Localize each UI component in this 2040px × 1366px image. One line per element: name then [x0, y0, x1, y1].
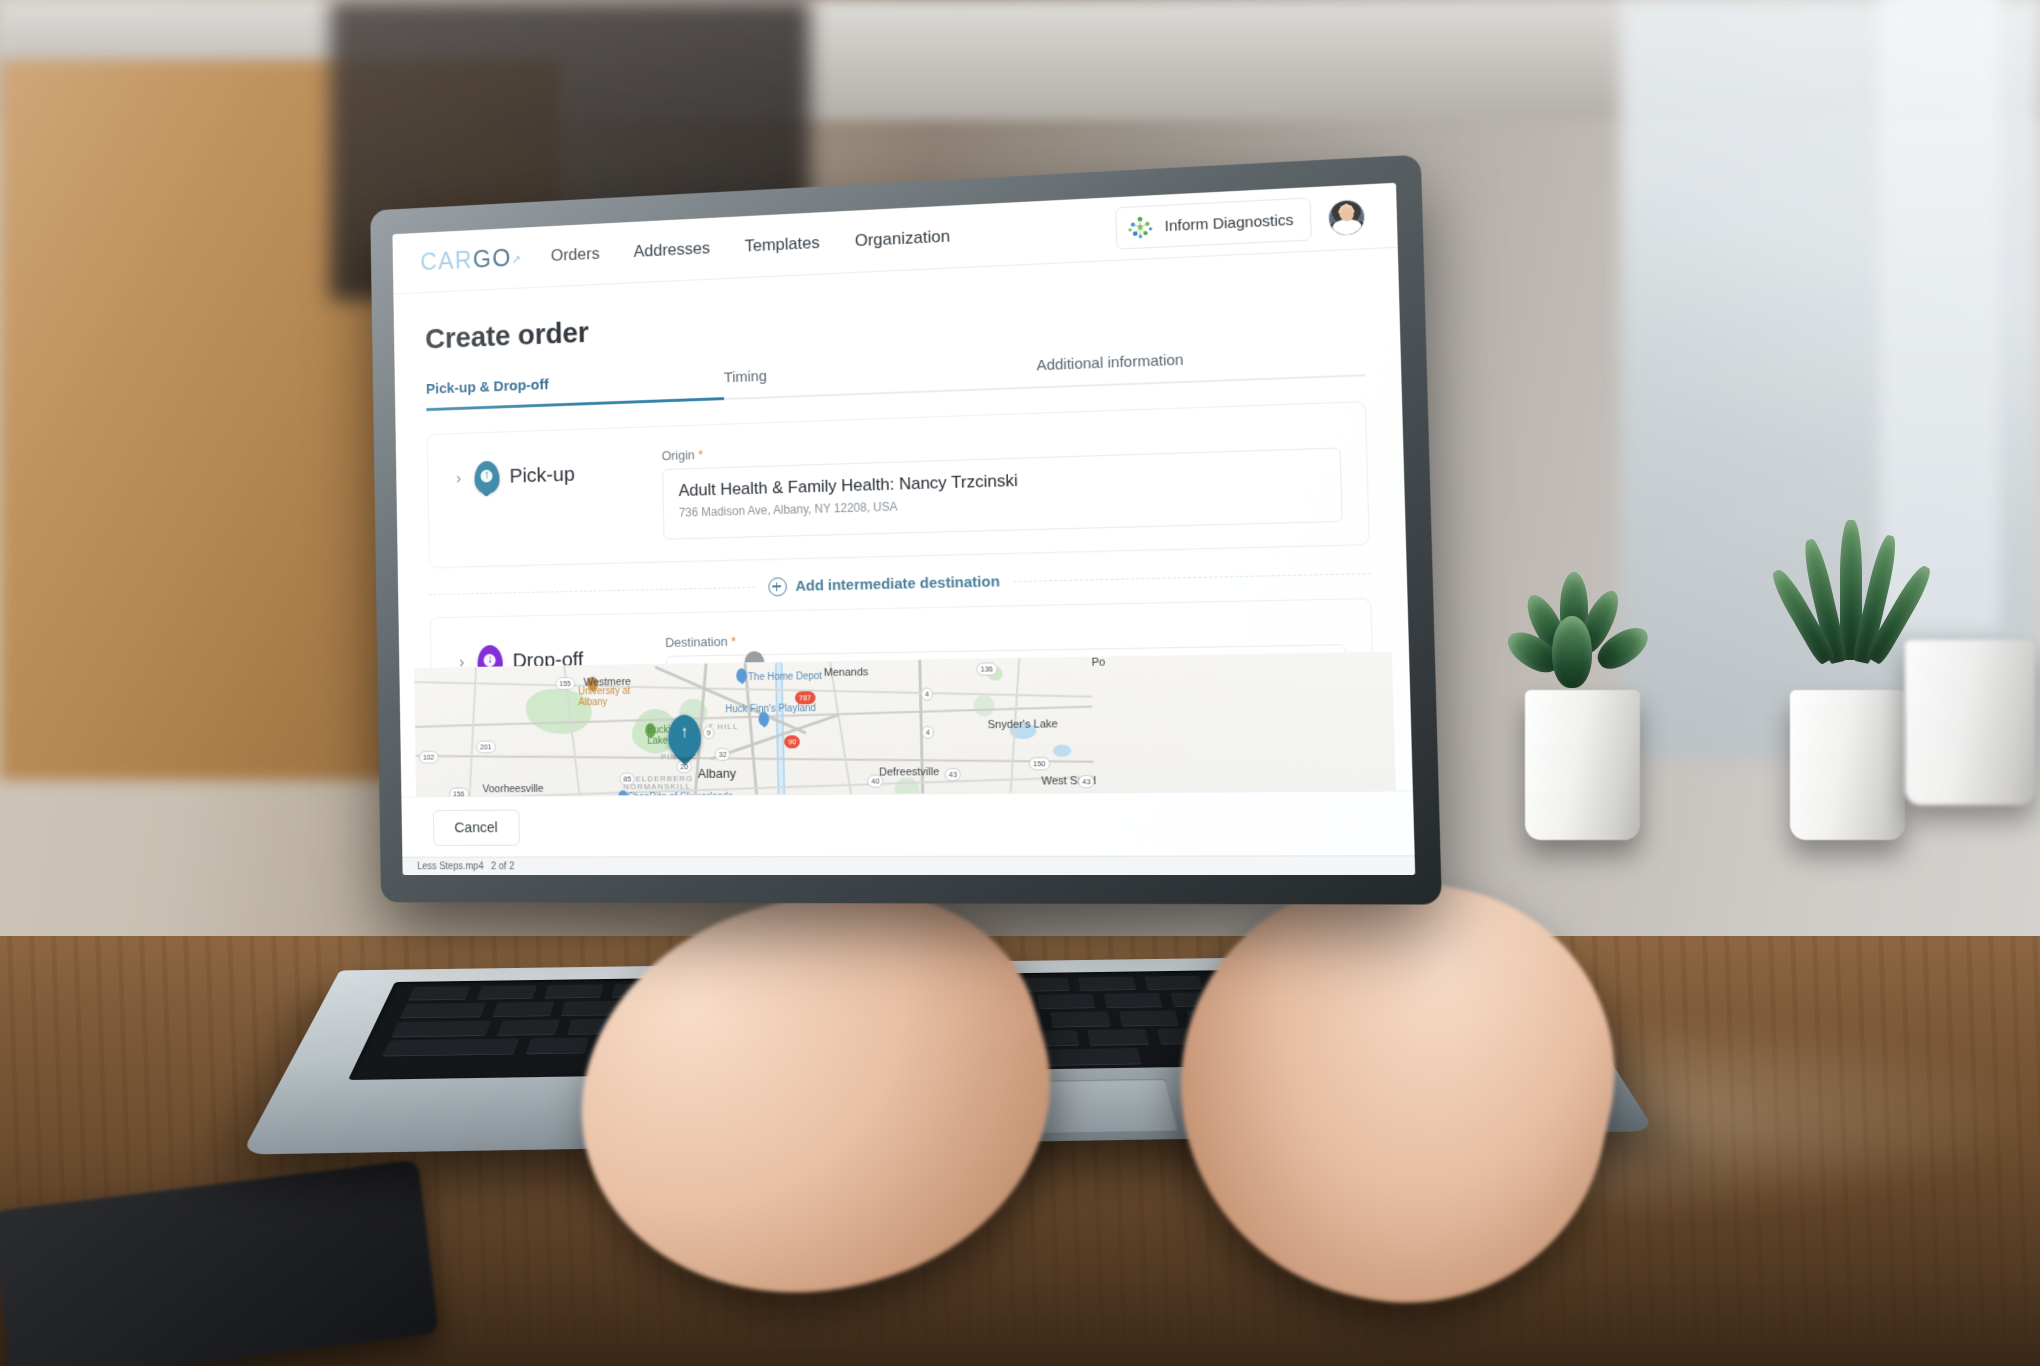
logo-prefix: CAR — [420, 245, 474, 276]
map-poi-huck-finns-playland: Huck Finn's Playland — [725, 703, 816, 716]
tab-timing[interactable]: Timing — [723, 357, 1037, 401]
logo-arrow-icon — [512, 242, 520, 250]
required-asterisk: * — [698, 447, 704, 462]
browser-download-bar: Less Steps.mp4 2 of 2 — [402, 855, 1416, 876]
route-shield: 102 — [419, 750, 439, 764]
origin-field-wrap: Origin * Adult Health & Family Health: N… — [662, 426, 1343, 540]
route-shield: 4 — [920, 687, 934, 701]
route-shield: 787 — [794, 691, 816, 705]
map-area-normanskill: NORMANSKILL — [623, 781, 691, 792]
pickup-heading: Pick-up — [509, 463, 576, 488]
avatar[interactable] — [1327, 198, 1366, 237]
route-shield: 90 — [784, 735, 801, 749]
route-shield: 136 — [976, 662, 998, 676]
add-intermediate-destination-row: Add intermediate destination — [429, 564, 1371, 604]
route-shield: 150 — [1028, 756, 1050, 771]
nav-item-organization[interactable]: Organization — [855, 227, 951, 252]
map-pin-up-arrow-icon: ↑ — [473, 460, 500, 498]
add-intermediate-destination-button[interactable]: Add intermediate destination — [767, 572, 1001, 597]
route-shield: 40 — [867, 774, 884, 788]
map-label-po: Po — [1091, 656, 1106, 669]
poi-pin-home-depot — [736, 668, 748, 685]
organization-selector[interactable]: Inform Diagnostics — [1114, 197, 1312, 250]
divider-right — [1013, 573, 1371, 583]
organization-name: Inform Diagnostics — [1164, 211, 1294, 235]
wizard-tabs: Pick-up & Drop-off Timing Additional inf… — [425, 344, 1366, 412]
pickup-card: › ↑ Pick-up Origin * Adult Health & Fami… — [426, 401, 1370, 569]
route-shield: 43 — [944, 767, 962, 782]
required-asterisk: * — [730, 633, 737, 649]
nav-item-orders[interactable]: Orders — [551, 244, 600, 266]
laptop-lid: CARGO Orders Addresses Templates Organiz… — [370, 154, 1442, 905]
origin-input[interactable]: Adult Health & Family Health: Nancy Trzc… — [661, 447, 1343, 540]
route-shield: 32 — [714, 747, 731, 761]
map-label-snyders-lake: Snyder's Lake — [987, 718, 1058, 732]
divider-left — [429, 586, 755, 596]
route-shield: 9 — [702, 726, 715, 740]
plus-circle-icon — [767, 577, 787, 597]
molecule-icon — [1126, 213, 1153, 241]
nav-item-templates[interactable]: Templates — [744, 233, 819, 256]
route-shield: 4 — [921, 725, 935, 739]
download-file-name[interactable]: Less Steps.mp4 — [417, 861, 484, 872]
destination-label-text: Destination — [665, 633, 728, 650]
left-hand — [535, 842, 1095, 1348]
pickup-leg-header: ↑ Pick-up — [473, 455, 662, 498]
map-label-menands: Menands — [823, 666, 869, 680]
laptop: CARGO Orders Addresses Templates Organiz… — [0, 0, 2040, 1366]
cargo-logo[interactable]: CARGO — [420, 244, 512, 276]
add-intermediate-destination-label: Add intermediate destination — [795, 573, 1001, 595]
chevron-right-icon[interactable]: › — [456, 469, 462, 488]
route-shield: 155 — [555, 676, 575, 690]
map-poi-university-at-albany: University at Albany — [578, 685, 631, 709]
origin-label-text: Origin — [661, 447, 695, 464]
map-label-defreestville: Defreestville — [878, 766, 940, 779]
top-bar-right: Inform Diagnostics — [1114, 195, 1366, 250]
origin-map-marker[interactable]: ↑ — [667, 714, 702, 766]
map-poi-home-depot: The Home Depot — [747, 671, 823, 684]
download-counter: 2 of 2 — [490, 860, 515, 872]
page-title: Create order — [424, 316, 589, 356]
route-shield: 85 — [619, 772, 636, 786]
tab-additional-information[interactable]: Additional information — [1036, 344, 1366, 389]
logo-suffix: GO — [472, 244, 512, 273]
route-shield: 201 — [476, 740, 496, 754]
map-label-voorheesville: Voorheesville — [482, 783, 544, 796]
route-shield: 43 — [1077, 774, 1095, 789]
main-nav-links: Orders Addresses Templates Organization — [551, 227, 951, 266]
form-footer: Cancel — [401, 790, 1415, 858]
tab-pickup-dropoff[interactable]: Pick-up & Drop-off — [425, 369, 725, 412]
laptop-screen: CARGO Orders Addresses Templates Organiz… — [392, 182, 1416, 876]
right-hand — [1141, 839, 1649, 1341]
cancel-button[interactable]: Cancel — [432, 809, 520, 846]
cargo-web-app: CARGO Orders Addresses Templates Organiz… — [392, 182, 1416, 876]
nav-item-addresses[interactable]: Addresses — [633, 239, 710, 262]
map-label-albany: Albany — [697, 765, 737, 781]
